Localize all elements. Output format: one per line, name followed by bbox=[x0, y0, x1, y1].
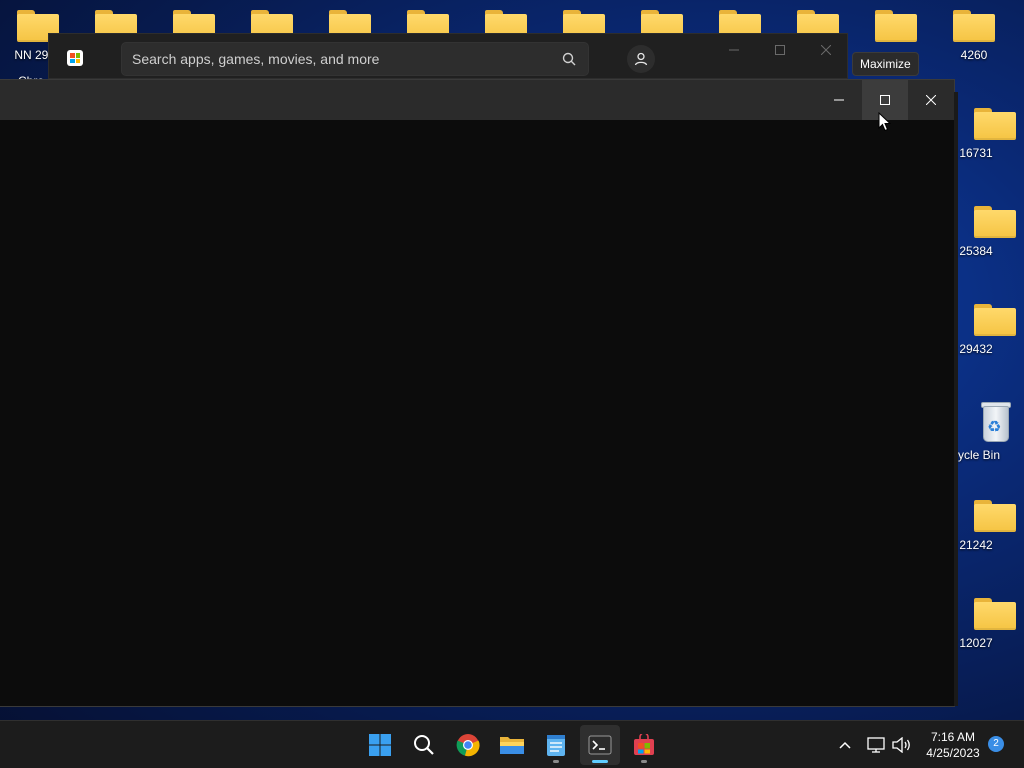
desktop-icon-label: 4260 bbox=[960, 48, 988, 62]
terminal-title-bar[interactable] bbox=[0, 80, 954, 120]
folder-icon bbox=[974, 598, 1016, 630]
chevron-up-icon bbox=[839, 741, 851, 749]
folder-icon bbox=[974, 500, 1016, 532]
terminal-icon bbox=[588, 735, 612, 755]
show-hidden-icons-button[interactable] bbox=[834, 721, 856, 768]
store-search-placeholder: Search apps, games, movies, and more bbox=[132, 51, 380, 67]
clock-date: 4/25/2023 bbox=[926, 746, 980, 760]
file-explorer-icon bbox=[500, 737, 524, 754]
store-search-input[interactable]: Search apps, games, movies, and more bbox=[121, 42, 589, 76]
network-icon bbox=[867, 737, 885, 753]
chrome-icon bbox=[456, 734, 480, 757]
taskbar: 7:16 AM 4/25/2023 bbox=[0, 720, 1024, 768]
desktop-folder[interactable] bbox=[858, 10, 934, 42]
desktop-icon-label: 16731 bbox=[959, 146, 993, 160]
taskbar-chrome-button[interactable] bbox=[448, 725, 488, 765]
folder-icon bbox=[953, 10, 995, 42]
taskbar-terminal-button[interactable] bbox=[580, 725, 620, 765]
maximize-icon bbox=[880, 95, 890, 105]
running-indicator bbox=[641, 760, 647, 763]
taskbar-notepad-button[interactable] bbox=[536, 725, 576, 765]
desktop-icon-4260[interactable]: 4260 bbox=[936, 10, 1012, 62]
minimize-icon bbox=[834, 99, 844, 101]
notification-badge[interactable]: 2 bbox=[988, 736, 1004, 752]
desktop-icon-label: 25384 bbox=[959, 244, 993, 258]
clock[interactable]: 7:16 AM 4/25/2023 bbox=[918, 729, 988, 761]
terminal-minimize-button[interactable] bbox=[816, 80, 862, 120]
clock-time: 7:16 AM bbox=[930, 730, 976, 744]
minimize-icon bbox=[729, 49, 739, 51]
store-minimize-button[interactable] bbox=[711, 34, 757, 66]
desktop-icon-label: 21242 bbox=[959, 538, 993, 552]
store-icon bbox=[634, 734, 654, 755]
store-logo-icon bbox=[67, 50, 83, 66]
store-window: Search apps, games, movies, and more bbox=[48, 33, 848, 79]
network-button[interactable] bbox=[864, 721, 888, 768]
windows-logo-icon bbox=[369, 734, 391, 756]
folder-icon bbox=[974, 108, 1016, 140]
taskbar-search-button[interactable] bbox=[404, 725, 444, 765]
maximize-icon bbox=[775, 45, 785, 55]
taskbar-store-button[interactable] bbox=[624, 725, 664, 765]
maximize-tooltip: Maximize bbox=[852, 52, 919, 76]
terminal-content-area[interactable] bbox=[0, 120, 954, 706]
start-button[interactable] bbox=[360, 725, 400, 765]
window-edge bbox=[954, 92, 958, 706]
close-icon bbox=[926, 95, 936, 105]
search-icon[interactable] bbox=[562, 52, 576, 66]
search-icon bbox=[414, 735, 434, 755]
folder-icon bbox=[974, 304, 1016, 336]
account-icon[interactable] bbox=[627, 45, 655, 73]
close-icon bbox=[821, 45, 831, 55]
folder-icon bbox=[875, 10, 917, 42]
desktop-icon-label: cycle Bin bbox=[951, 448, 1001, 462]
mouse-cursor-icon bbox=[878, 112, 892, 132]
terminal-close-button[interactable] bbox=[908, 80, 954, 120]
taskbar-file-explorer-button[interactable] bbox=[492, 725, 532, 765]
notepad-icon bbox=[547, 735, 565, 756]
running-indicator bbox=[553, 760, 559, 763]
folder-icon bbox=[974, 206, 1016, 238]
volume-button[interactable] bbox=[890, 721, 914, 768]
volume-icon bbox=[892, 737, 910, 753]
store-close-button[interactable] bbox=[803, 34, 849, 66]
active-indicator bbox=[592, 760, 608, 763]
desktop-icon-label: 12027 bbox=[959, 636, 993, 650]
terminal-window[interactable] bbox=[0, 80, 954, 706]
store-maximize-button[interactable] bbox=[757, 34, 803, 66]
desktop-icon-label: 29432 bbox=[959, 342, 993, 356]
recycle-bin-icon: ♻ bbox=[979, 400, 1011, 444]
